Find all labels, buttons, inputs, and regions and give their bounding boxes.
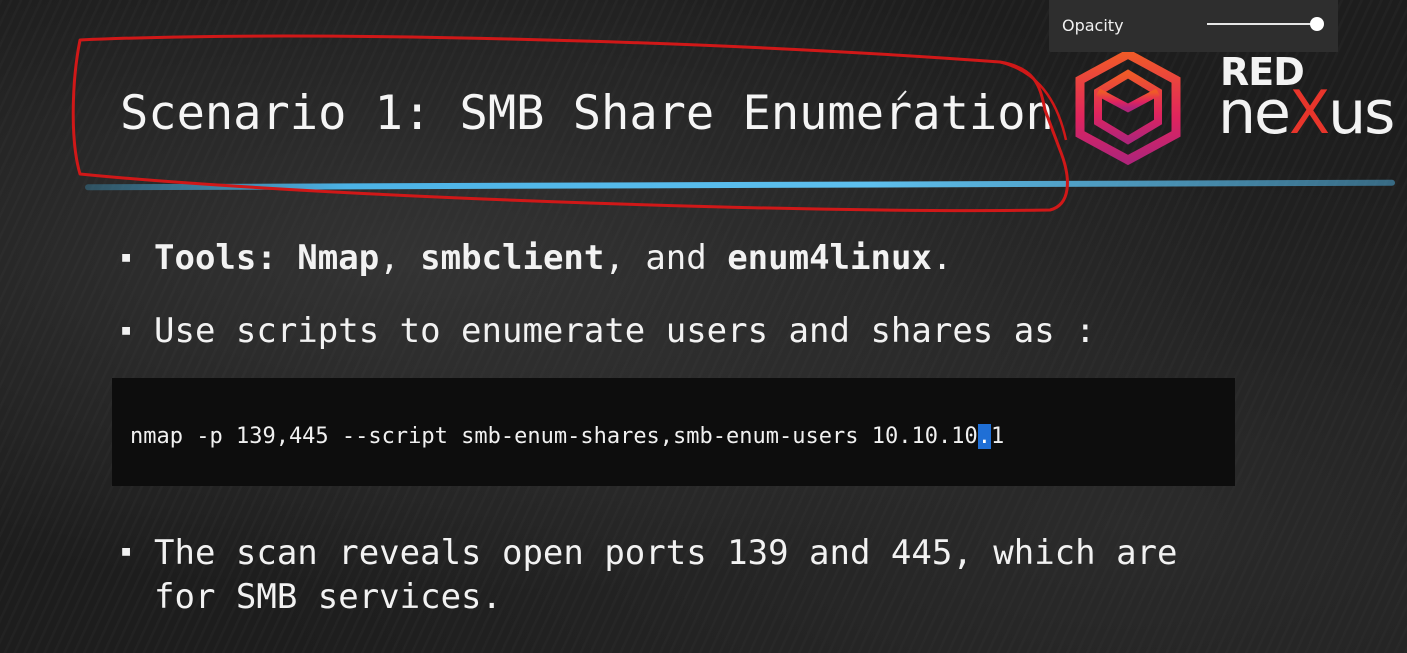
- bullet-marker: ▪: [120, 538, 133, 562]
- command-text-end: 1: [990, 424, 1005, 449]
- opacity-slider-thumb[interactable]: [1310, 17, 1324, 31]
- bullet-marker: ▪: [120, 316, 133, 341]
- tool-smbclient: smbclient: [420, 238, 605, 278]
- bullet-scripts: ▪ Use scripts to enumerate users and shar…: [120, 311, 1096, 351]
- opacity-label: Opacity: [1062, 16, 1124, 35]
- opacity-slider-track[interactable]: [1207, 23, 1319, 25]
- bullet-scan-line2: for SMB services.: [154, 577, 502, 617]
- text-selection: .: [977, 424, 991, 449]
- opacity-panel: Opacity: [1049, 0, 1338, 52]
- command-text: nmap -p 139,445 --script smb-enum-shares…: [130, 424, 978, 449]
- red-nexus-logo: RED neXus: [1068, 48, 1407, 168]
- bullet-marker: ▪: [120, 243, 133, 268]
- tools-prefix: Tools:: [154, 238, 298, 278]
- tools-suffix: .: [931, 238, 953, 278]
- title-underline: [85, 179, 1395, 191]
- tool-enum4linux: enum4linux: [727, 238, 932, 278]
- hexagon-logo-icon: [1075, 48, 1181, 166]
- logo-text-x: X: [1288, 78, 1330, 148]
- bullet-tools: ▪ Tools: Nmap, smbclient, and enum4linux.: [120, 238, 952, 278]
- tools-sep1: ,: [379, 238, 421, 278]
- tools-sep2: , and: [604, 238, 728, 278]
- bullet-scripts-text: Use scripts to enumerate users and share…: [154, 311, 1096, 351]
- bullet-scan-line1: The scan reveals open ports 139 and 445,…: [154, 533, 1178, 573]
- tool-nmap: Nmap: [297, 238, 380, 278]
- nmap-command[interactable]: nmap -p 139,445 --script smb-enum-shares…: [130, 424, 1004, 449]
- logo-text-nexus: neXus: [1218, 78, 1395, 148]
- slide: Scenario 1: SMB Share Enumeration RED ne…: [0, 0, 1407, 653]
- bullet-scan-result: ▪ The scan reveals open ports 139 and 445…: [120, 532, 1178, 619]
- logo-text-ne: ne: [1218, 78, 1291, 148]
- logo-text-us: us: [1328, 78, 1395, 148]
- slide-title: Scenario 1: SMB Share Enumeration: [120, 86, 1054, 141]
- code-block: nmap -p 139,445 --script smb-enum-shares…: [112, 378, 1235, 486]
